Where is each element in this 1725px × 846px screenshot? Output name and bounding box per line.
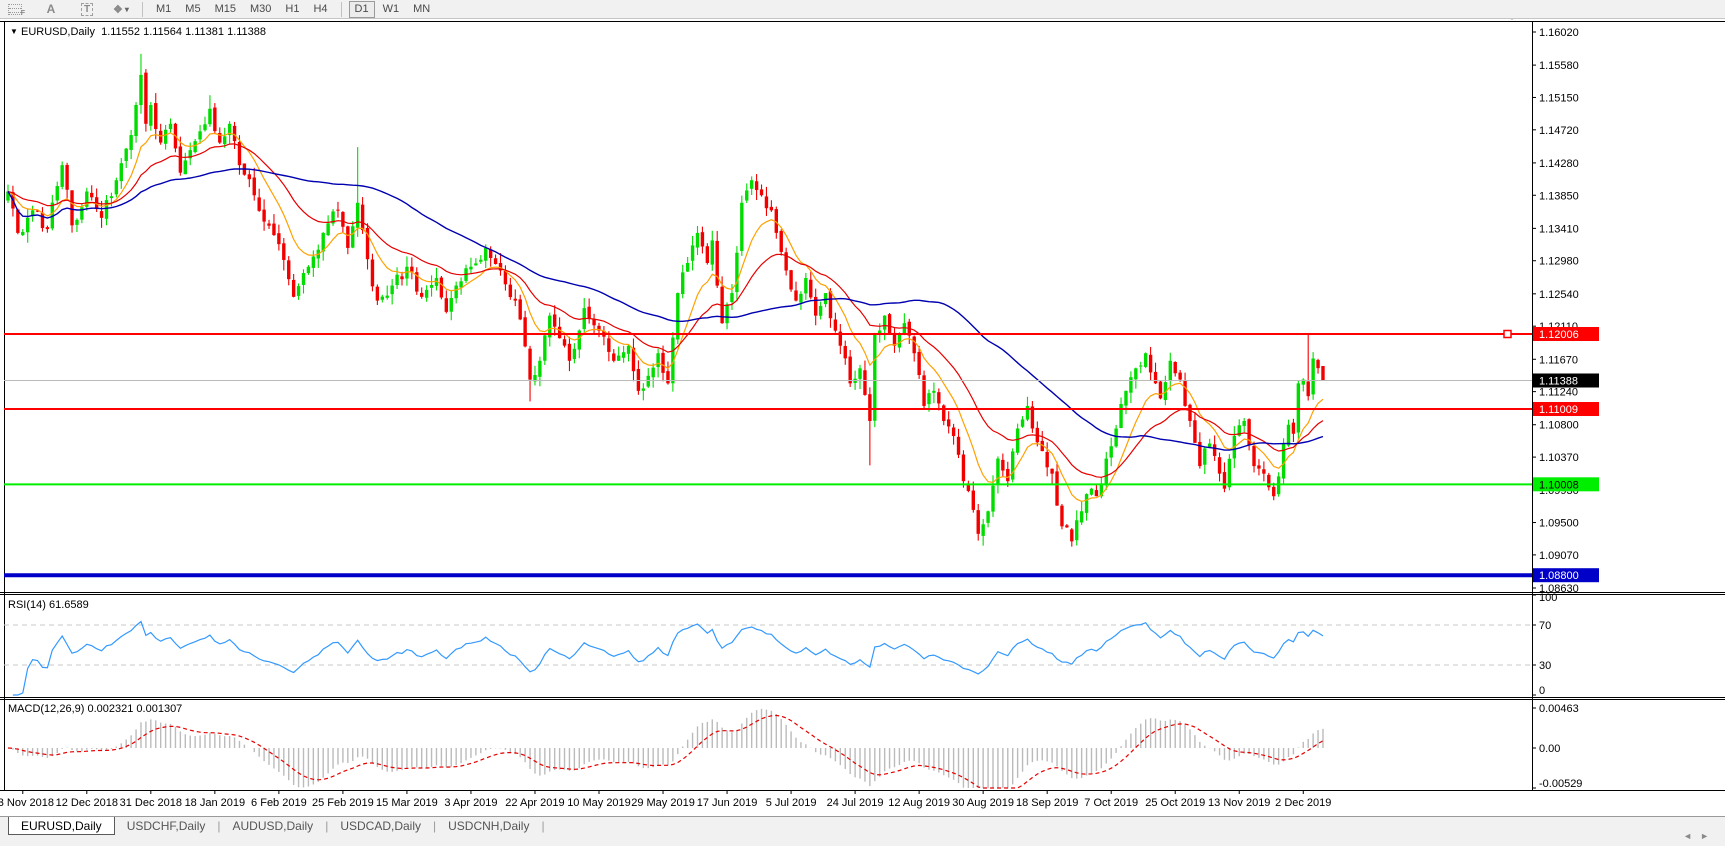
- tab-separator: |: [541, 817, 544, 835]
- chart-tabs: EURUSD,DailyUSDCHF,Daily|AUDUSD,Daily|US…: [0, 817, 545, 835]
- tab-scroll-right-icon[interactable]: ►: [1700, 831, 1717, 841]
- font-label-glyph: A: [47, 2, 56, 16]
- date-axis-label: 7 Oct 2019: [1084, 797, 1138, 809]
- macd-axis-tick: 0.00: [1539, 743, 1560, 755]
- collapse-triangle-icon[interactable]: ▼: [10, 27, 18, 36]
- timeframe-button-W1[interactable]: W1: [377, 1, 406, 18]
- date-axis-label: 5 Jul 2019: [766, 797, 817, 809]
- price-axis-tick: 1.10800: [1539, 420, 1579, 432]
- draw-shapes-glyph: ❖: [113, 3, 123, 16]
- chart-tab-USDCNH[interactable]: USDCNH,Daily: [436, 817, 541, 835]
- font-label-icon[interactable]: A: [40, 1, 62, 18]
- macd-axis-tick: 0.00463: [1539, 703, 1579, 715]
- date-axis-label: 24 Jul 2019: [827, 797, 884, 809]
- price-axis-tick: 1.15150: [1539, 92, 1579, 104]
- price-axis-tick: 1.11240: [1539, 387, 1578, 399]
- price-axis-tick: 1.15580: [1539, 60, 1579, 72]
- price-axis-tick: 1.12980: [1539, 256, 1579, 268]
- text-box-glyph: T: [81, 3, 93, 16]
- timeframe-button-M30[interactable]: M30: [244, 1, 277, 18]
- rsi-value: 61.6589: [49, 599, 89, 611]
- price-axis-tick: 1.09500: [1539, 518, 1579, 530]
- rsi-indicator-label: RSI(14) 61.6589: [8, 599, 89, 611]
- symbol-ohlc-line: ▼ EURUSD,Daily 1.11552 1.11564 1.11381 1…: [10, 26, 266, 38]
- price-axis-tick: 1.16020: [1539, 27, 1579, 39]
- date-axis-label: 13 Nov 2019: [1208, 797, 1270, 809]
- text-box-icon[interactable]: T: [76, 1, 98, 18]
- chart-tab-USDCHF[interactable]: USDCHF,Daily: [115, 817, 218, 835]
- svg-text:1.10008: 1.10008: [1539, 479, 1579, 491]
- date-axis-label: 12 Aug 2019: [888, 797, 950, 809]
- timeframe-button-H1[interactable]: H1: [279, 1, 305, 18]
- metatrader-window: F A T ❖ ▾ M1M5M15M30H1H4D1W1MN 1.160201.…: [0, 0, 1725, 846]
- price-axis-tick: 1.10370: [1539, 452, 1579, 464]
- timeframe-button-D1[interactable]: D1: [349, 1, 375, 18]
- timeframe-button-H4[interactable]: H4: [307, 1, 333, 18]
- rsi-axis-tick: 30: [1539, 660, 1551, 672]
- svg-text:1.11009: 1.11009: [1539, 404, 1578, 416]
- top-toolbar: F A T ❖ ▾ M1M5M15M30H1H4 D1W1MN: [0, 0, 1725, 19]
- date-axis-label: 25 Oct 2019: [1145, 797, 1205, 809]
- tab-scroll-arrows: ◄►: [1683, 831, 1717, 841]
- macd-values: 0.002321 0.001307: [87, 703, 182, 715]
- svg-text:1.08800: 1.08800: [1539, 570, 1579, 582]
- timeframe-button-MN[interactable]: MN: [407, 1, 436, 18]
- macd-indicator-label: MACD(12,26,9) 0.002321 0.001307: [8, 703, 182, 715]
- chevron-down-icon: ▾: [125, 5, 129, 14]
- grid-f-icon-shape: F: [8, 4, 22, 15]
- date-axis-label: 25 Feb 2019: [312, 797, 374, 809]
- macd-axis-tick: -0.00529: [1539, 778, 1582, 790]
- date-axis-label: 6 Feb 2019: [251, 797, 307, 809]
- rsi-axis-tick: 0: [1539, 685, 1545, 697]
- svg-text:1.12006: 1.12006: [1539, 329, 1579, 341]
- macd-name: MACD(12,26,9): [8, 703, 84, 715]
- rsi-name: RSI(14): [8, 599, 46, 611]
- svg-text:1.11388: 1.11388: [1539, 375, 1578, 387]
- chart-tab-AUDUSD[interactable]: AUDUSD,Daily: [221, 817, 326, 835]
- grid-f-icon[interactable]: F: [4, 1, 26, 18]
- date-axis-label: 18 Jan 2019: [185, 797, 246, 809]
- date-axis-label: 15 Mar 2019: [376, 797, 438, 809]
- timeframe-button-M1[interactable]: M1: [150, 1, 177, 18]
- date-axis-label: 2 Dec 2019: [1275, 797, 1331, 809]
- price-axis-tick: 1.12540: [1539, 289, 1579, 301]
- chart-tab-EURUSD[interactable]: EURUSD,Daily: [8, 817, 115, 835]
- date-axis-label: 10 May 2019: [567, 797, 631, 809]
- price-axis-tick: 1.13850: [1539, 190, 1579, 202]
- date-axis-label: 30 Aug 2019: [952, 797, 1014, 809]
- hline-handle[interactable]: [1504, 331, 1511, 338]
- date-axis-label: 23 Nov 2018: [0, 797, 54, 809]
- date-axis-label: 22 Apr 2019: [505, 797, 564, 809]
- date-axis-label: 29 May 2019: [631, 797, 695, 809]
- timeframe-button-M5[interactable]: M5: [179, 1, 206, 18]
- ohlc-values: 1.11552 1.11564 1.11381 1.11388: [101, 26, 266, 38]
- rsi-axis-tick: 100: [1539, 592, 1557, 604]
- tab-scroll-left-icon[interactable]: ◄: [1683, 831, 1700, 841]
- toolbar-separator: [142, 2, 143, 17]
- date-axis-label: 12 Dec 2018: [56, 797, 118, 809]
- price-axis-tick: 1.11670: [1539, 354, 1578, 366]
- date-axis-label: 3 Apr 2019: [444, 797, 497, 809]
- draw-shapes-icon[interactable]: ❖ ▾: [110, 1, 132, 18]
- date-axis-label: 18 Sep 2019: [1016, 797, 1078, 809]
- timeframe-button-group: M1M5M15M30H1H4 D1W1MN: [149, 1, 437, 18]
- price-axis-tick: 1.14720: [1539, 125, 1579, 137]
- chart-tab-USDCAD[interactable]: USDCAD,Daily: [328, 817, 433, 835]
- symbol-label: EURUSD,Daily: [21, 26, 95, 38]
- price-axis-tick: 1.09070: [1539, 550, 1579, 562]
- chart-tabs-bar: EURUSD,DailyUSDCHF,Daily|AUDUSD,Daily|US…: [0, 816, 1725, 846]
- date-axis-label: 31 Dec 2018: [120, 797, 182, 809]
- timeframe-button-M15[interactable]: M15: [209, 1, 242, 18]
- date-axis-label: 17 Jun 2019: [697, 797, 758, 809]
- toolbar-separator: [341, 2, 342, 17]
- price-axis-tick: 1.13410: [1539, 223, 1579, 235]
- price-axis-tick: 1.14280: [1539, 158, 1579, 170]
- rsi-axis-tick: 70: [1539, 620, 1551, 632]
- chart-plot-area[interactable]: 1.16020 1.15580 1.15150 1.14720 1.14280 1.138…: [0, 0, 1725, 846]
